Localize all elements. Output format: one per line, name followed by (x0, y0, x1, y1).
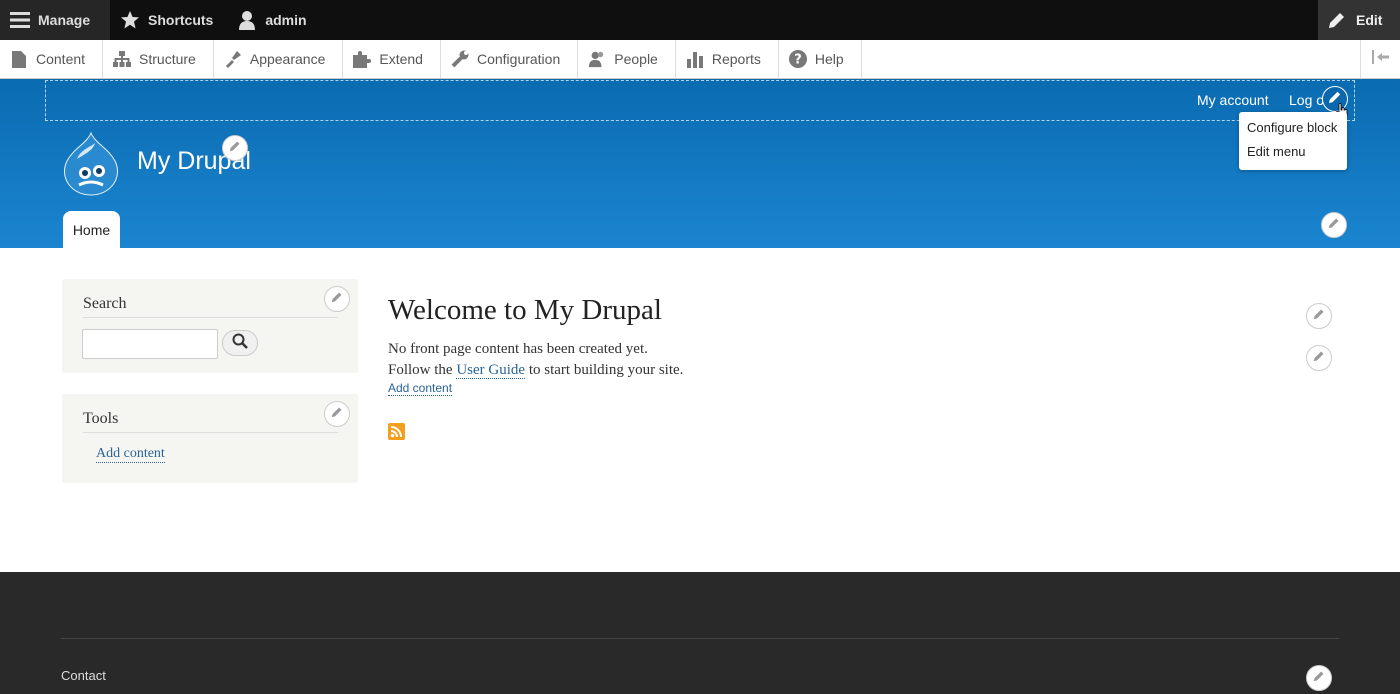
secondary-menu-region (45, 80, 1355, 121)
pencil-icon (1328, 10, 1348, 30)
contextual-edit-button-footer[interactable] (1306, 665, 1332, 691)
tray-item-content[interactable]: Content (0, 40, 104, 78)
site-header: My account Log o My Drupal Home (0, 79, 1400, 248)
user-icon (237, 10, 257, 30)
tray-item-reports[interactable]: Reports (676, 40, 779, 78)
tray-label: People (614, 51, 658, 67)
wrench-icon (451, 50, 469, 68)
edit-menu-link[interactable]: Edit menu (1247, 144, 1347, 168)
tools-block: Tools Add content (62, 394, 358, 483)
tray-label: Configuration (476, 51, 561, 67)
edit-label: Edit (1356, 12, 1383, 28)
tray-item-structure[interactable]: Structure (103, 40, 214, 78)
user-menu-button[interactable]: admin (227, 0, 320, 40)
divider (83, 432, 338, 433)
user-guide-link[interactable]: User Guide (456, 362, 526, 379)
search-submit-button[interactable] (222, 330, 258, 356)
contextual-edit-button-title[interactable] (1306, 303, 1332, 329)
rss-feed-icon[interactable] (388, 423, 405, 440)
pencil-icon (331, 405, 343, 423)
shortcuts-label: Shortcuts (148, 12, 214, 28)
pencil-icon (1313, 307, 1325, 325)
contextual-edit-button-tools[interactable] (324, 401, 350, 427)
user-label: admin (265, 12, 307, 28)
search-icon (232, 333, 248, 354)
search-input[interactable] (82, 329, 218, 359)
tray-label: Reports (711, 51, 761, 67)
tools-add-content-link[interactable]: Add content (96, 446, 165, 463)
tray-label: Structure (139, 51, 196, 67)
empty-front-page-message: No front page content has been created y… (388, 341, 648, 357)
sitemap-icon (113, 50, 132, 68)
tray-item-appearance[interactable]: Appearance (214, 40, 344, 78)
main-add-content-link[interactable]: Add content (388, 381, 453, 396)
tray-label: Content (36, 51, 86, 67)
file-icon (10, 50, 28, 68)
shortcuts-button[interactable]: Shortcuts (110, 0, 227, 40)
help-icon: ? (788, 50, 807, 68)
hamburger-icon (10, 10, 30, 30)
main-nav-home-tab[interactable]: Home (63, 211, 120, 248)
tray-label: Extend (379, 51, 423, 67)
star-icon (120, 10, 140, 30)
tray-label: Help (814, 51, 844, 67)
user-guide-message: Follow the User Guide to start building … (388, 362, 683, 379)
page-title: Welcome to My Drupal (388, 294, 662, 326)
search-block-title: Search (83, 295, 127, 312)
pencil-icon (1313, 349, 1325, 367)
svg-text:?: ? (794, 53, 802, 68)
pencil-icon (1313, 669, 1325, 687)
tray-label: Appearance (249, 51, 326, 67)
contextual-edit-button-content[interactable] (1306, 345, 1332, 371)
divider (83, 317, 338, 318)
my-account-link[interactable]: My account (1197, 92, 1269, 108)
bar-chart-icon (686, 50, 704, 68)
message-text: to start building your site. (525, 362, 684, 378)
tray-item-extend[interactable]: Extend (343, 40, 441, 78)
pencil-icon (331, 290, 343, 308)
contextual-edit-button-branding[interactable] (222, 135, 248, 161)
pencil-icon (1328, 216, 1340, 234)
admin-toolbar: Manage Shortcuts admin Edit (0, 0, 1400, 40)
edit-mode-button[interactable]: Edit (1318, 0, 1400, 40)
tools-block-title: Tools (83, 410, 119, 427)
home-tab-label: Home (72, 221, 111, 238)
site-footer: Contact (0, 572, 1400, 694)
tray-item-help[interactable]: ? Help (779, 40, 862, 78)
tray-item-people[interactable]: People (578, 40, 676, 78)
tray-item-configuration[interactable]: Configuration (441, 40, 579, 78)
people-icon (588, 50, 606, 68)
puzzle-icon (353, 50, 372, 68)
admin-tray: Content Structure Appearance Extend Conf… (0, 40, 1400, 79)
divider (61, 638, 1339, 639)
log-out-link[interactable]: Log o (1289, 92, 1324, 108)
manage-menu-button[interactable]: Manage (0, 0, 110, 40)
collapse-arrow-icon (1371, 50, 1390, 69)
message-text: Follow the (388, 362, 457, 378)
contextual-edit-button-search[interactable] (324, 286, 350, 312)
search-block: Search (62, 279, 358, 373)
configure-block-link[interactable]: Configure block (1247, 120, 1347, 144)
manage-label: Manage (38, 12, 91, 28)
drupal-logo[interactable] (61, 131, 121, 197)
footer-contact-link[interactable]: Contact (61, 668, 106, 683)
contextual-links-menu: Configure block Edit menu (1239, 112, 1347, 170)
tray-orientation-toggle[interactable] (1360, 40, 1400, 79)
pencil-icon (229, 139, 241, 157)
paintbrush-icon (224, 50, 242, 68)
contextual-edit-button-main-nav[interactable] (1321, 212, 1347, 238)
